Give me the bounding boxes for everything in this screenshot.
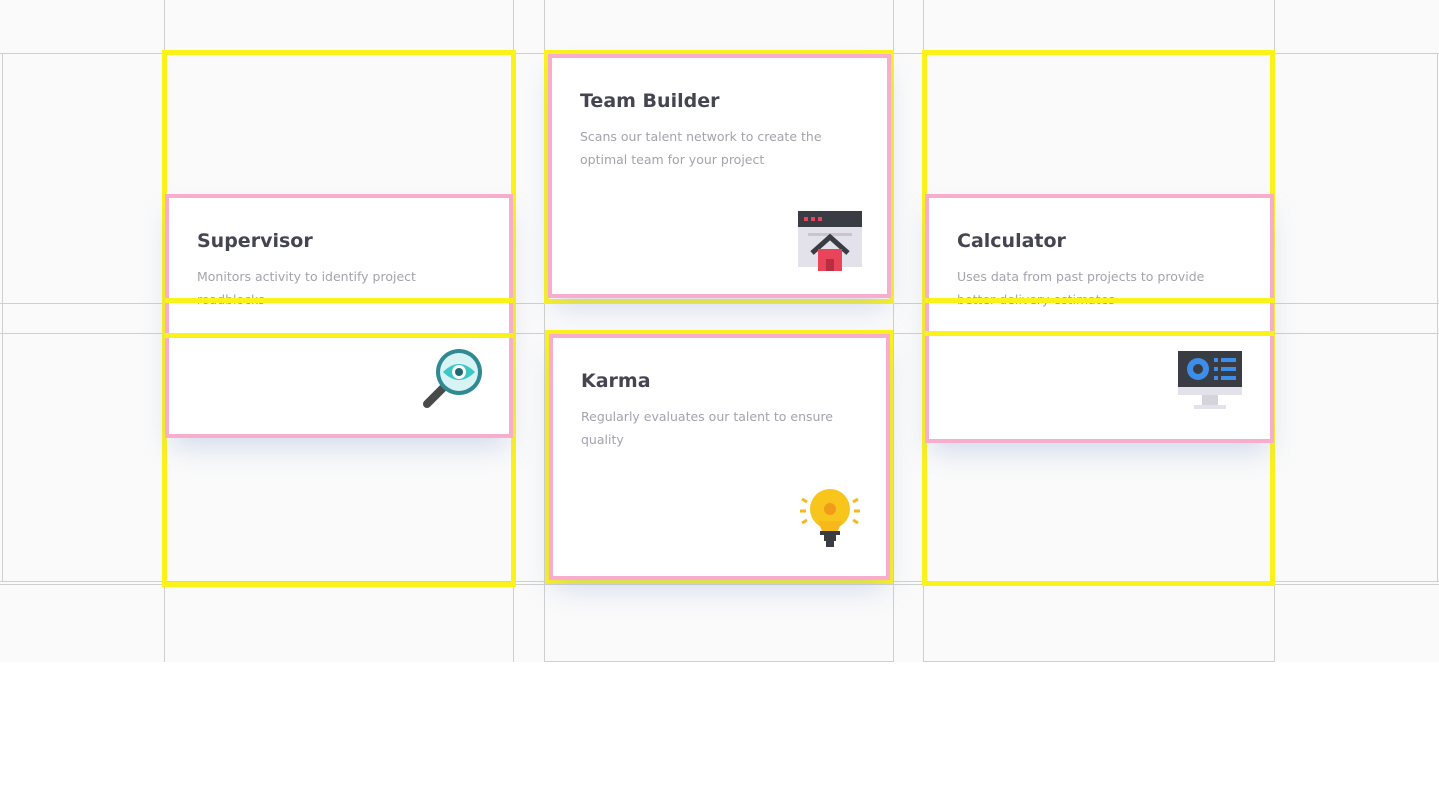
card-title: Calculator: [957, 230, 1066, 252]
row-highlight-line: [165, 303, 169, 333]
card-description: Regularly evaluates our talent to ensure…: [581, 409, 833, 447]
row-highlight-line: [165, 333, 513, 338]
grid-line: [544, 661, 894, 662]
card-team-builder[interactable]: Team Builder Scans our talent network to…: [548, 54, 891, 298]
row-highlight-line: [925, 298, 1274, 303]
card-supervisor[interactable]: Supervisor Monitors activity to identify…: [165, 194, 513, 438]
row-highlight-line: [509, 303, 513, 333]
row-highlight-line: [165, 298, 513, 303]
grid-line: [923, 661, 1275, 662]
card-title: Karma: [581, 370, 651, 392]
browser-house-icon: [798, 207, 862, 271]
card-title: Supervisor: [197, 230, 313, 252]
card-calculator[interactable]: Calculator Uses data from past projects …: [925, 194, 1274, 443]
row-highlight-line: [925, 331, 1274, 336]
card-karma[interactable]: Karma Regularly evaluates our talent to …: [549, 334, 890, 580]
row-highlight-line: [1270, 303, 1274, 331]
lightbulb-icon: [798, 487, 862, 551]
card-title: Team Builder: [580, 90, 720, 112]
row-highlight-line: [925, 303, 929, 331]
card-description: Monitors activity to identify project ro…: [197, 269, 416, 307]
card-description: Scans our talent network to create the o…: [580, 129, 822, 167]
grid-line: [2, 53, 3, 581]
monitor-dashboard-icon: [1178, 347, 1242, 411]
grid-line: [1437, 53, 1438, 581]
card-description: Uses data from past projects to provide …: [957, 269, 1205, 307]
magnifier-eye-icon: [419, 346, 483, 410]
